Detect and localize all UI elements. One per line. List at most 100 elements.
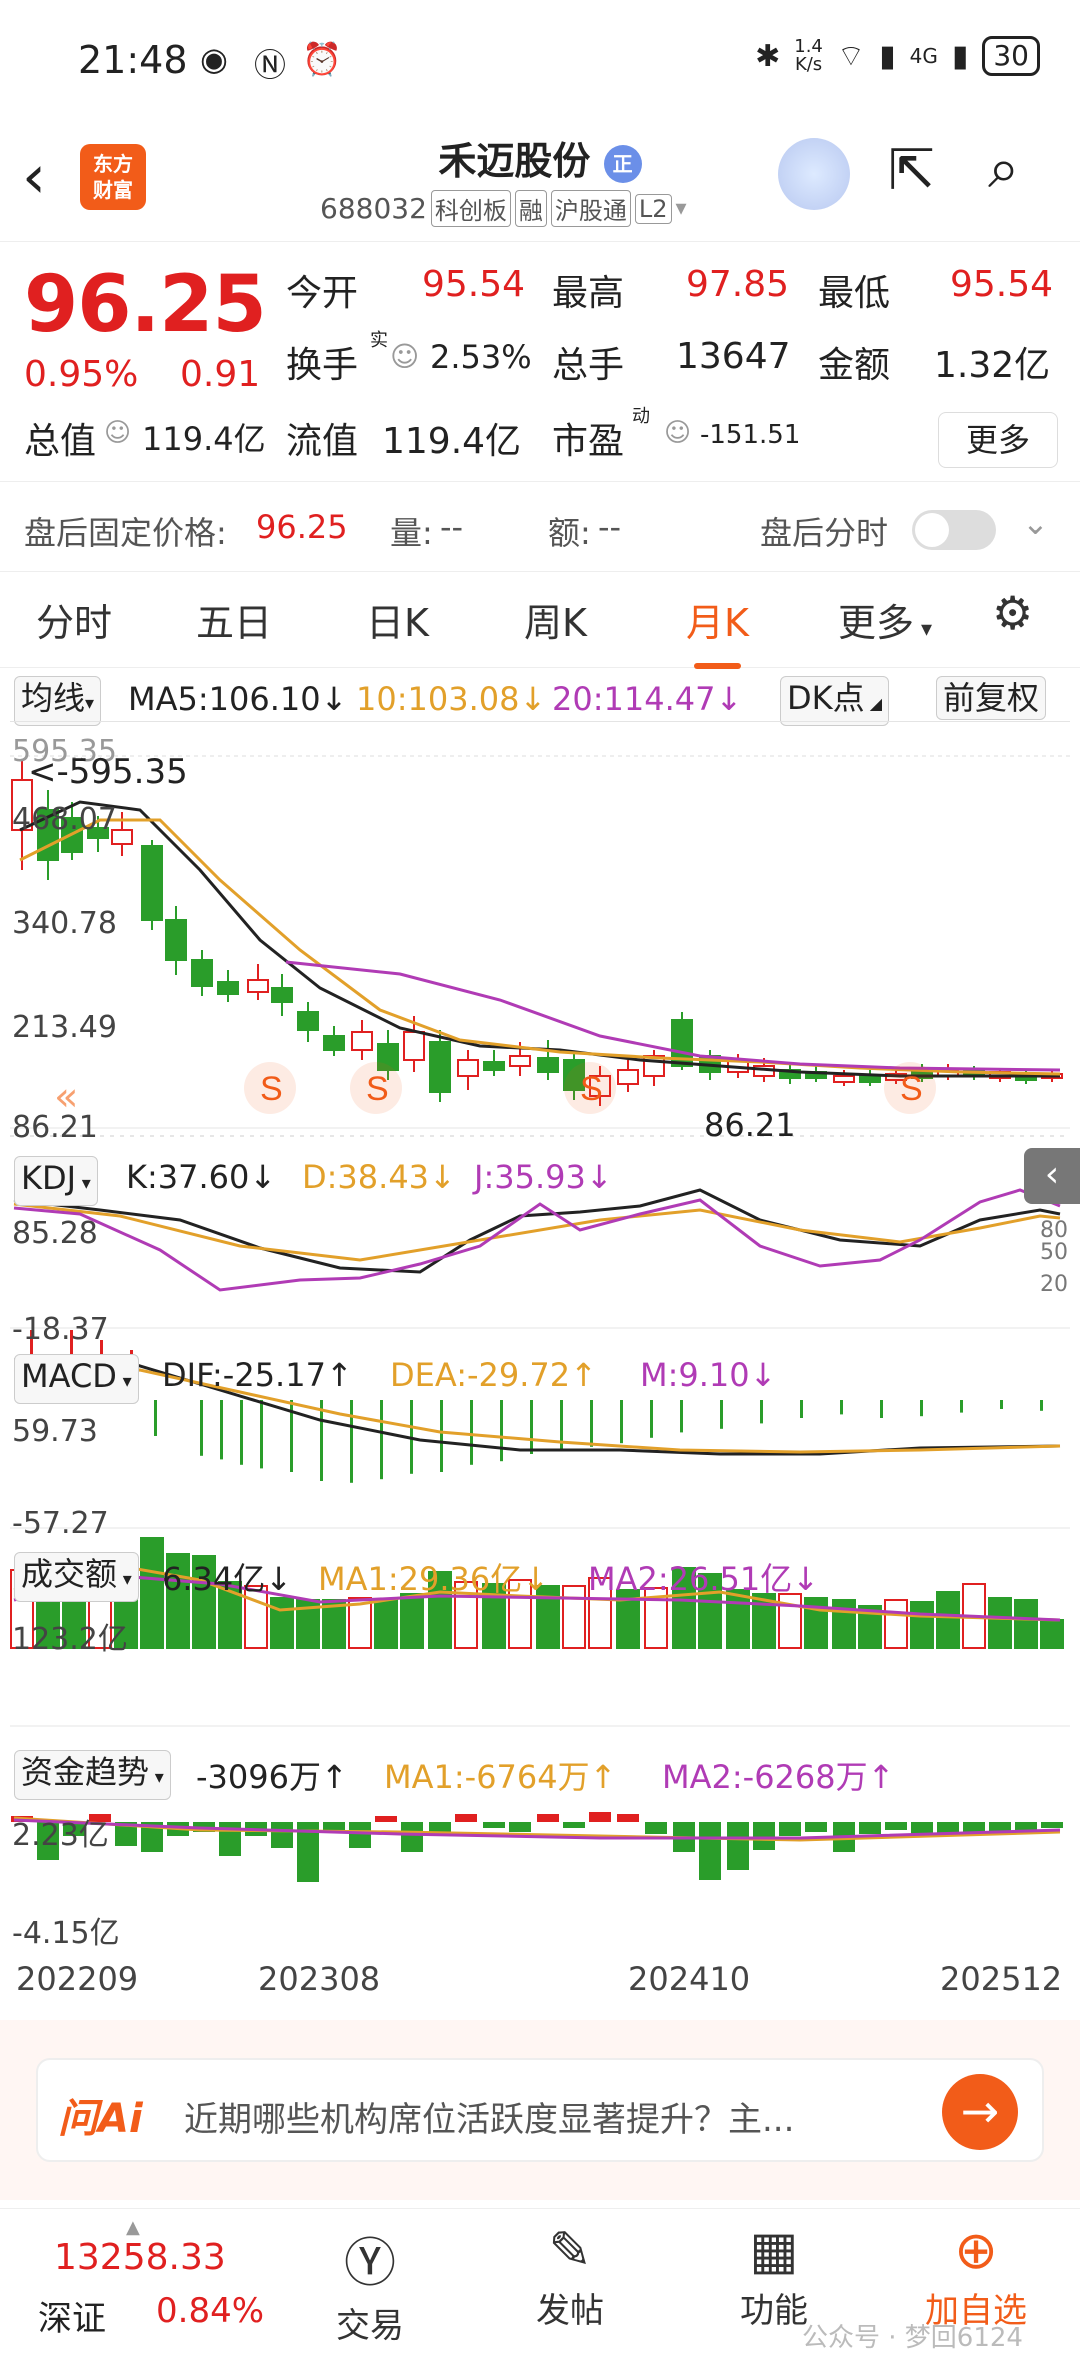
kdj-d-label: D:38.43↓ [302,1158,456,1196]
macd-bar [240,1400,243,1465]
fund-flow-value: -3096万↑ [196,1758,348,1796]
candle-body [217,981,239,995]
dropdown-icon[interactable]: ▾ [676,196,687,221]
volume-bar [270,1597,294,1649]
kline-last-marker: 86.21 [704,1106,796,1144]
tab-daily-k[interactable]: 日K [366,592,429,647]
nav-post[interactable]: ✎ 发帖 [510,2209,630,2332]
macd-bar [840,1400,843,1415]
macd-m-label: M:9.10↓ [640,1356,777,1394]
volume-y-top: 123.2亿 [12,1622,128,1657]
macd-bar [920,1400,923,1417]
candle-body [271,987,293,1003]
macd-dea-label: DEA:-29.72↑ [390,1356,597,1394]
candle-body [483,1061,505,1071]
after-hours-toggle[interactable] [912,510,996,550]
kdj-selector[interactable]: KDJ ▾ [14,1156,98,1206]
dk-point-button[interactable]: DK点 ◢ [780,676,890,726]
info-icon-2[interactable]: ☺ [104,418,131,448]
more-button[interactable]: 更多 [938,412,1058,468]
ah-amount-value: -- [598,508,622,546]
candle-body [859,1075,881,1083]
tab-monthly-k[interactable]: 月K [686,592,749,669]
functions-grid-icon: ▦ [749,2221,799,2281]
fund-flow-selector[interactable]: 资金趋势 ▾ [14,1750,171,1800]
share-icon[interactable]: ⇱ [888,138,935,203]
candle-body [403,1031,425,1061]
adjust-button[interactable]: 前复权 [936,676,1047,720]
collapse-panel-icon[interactable]: ‹ [1024,1148,1080,1204]
candle-body [833,1075,855,1083]
sell-signal-halo [884,1062,936,1114]
corner-triangle-icon: ◢ [864,694,883,713]
fund-flow-bar [805,1822,827,1832]
volume-value: 6.34亿↓ [162,1560,293,1598]
tab-weekly-k[interactable]: 周K [524,592,587,647]
ai-send-arrow-icon[interactable]: → [942,2074,1018,2150]
triangle-down-icon: ▾ [914,617,933,642]
sell-signal-halo [244,1062,296,1114]
bluetooth-icon: ✱ [755,38,781,74]
macd-bar [500,1400,503,1462]
ma10-label: 10:103.08↓ [356,680,547,718]
volume-ma1-label: MA1:29.36亿↓ [318,1560,550,1598]
x-label-1: 202308 [258,1960,381,1998]
macd-bar [530,1400,533,1454]
search-icon[interactable]: ⌕ [988,136,1019,202]
pe-value: -151.51 [700,420,801,450]
turnover-value: 2.53% [430,338,532,376]
volume-bar [1040,1619,1064,1649]
volume-bar [400,1593,424,1649]
dk-point-label: DK点 [787,679,865,717]
index-widget[interactable]: ▲ 13258.33 深证 0.84% [0,2209,300,2372]
x-label-2: 202410 [628,1960,751,1998]
fund-flow-bar [1041,1822,1063,1828]
ai-robot-icon[interactable] [778,138,850,210]
post-edit-icon: ✎ [548,2221,592,2281]
kdj-k-label: K:37.60↓ [126,1158,277,1196]
candle-body [297,1011,319,1031]
ai-question-bar[interactable]: 问Ai 近期哪些机构席位活跃度显著提升？主... → [36,2058,1044,2162]
nav-trade[interactable]: Ⓨ 交易 [310,2209,430,2347]
triangle-down-icon: ▾ [149,1767,164,1788]
mcap-value: 119.4亿 [142,420,266,458]
high-value: 97.85 [686,264,790,305]
badge-connect: 沪股通 [550,190,631,227]
volume-bar [140,1537,164,1649]
nav-functions[interactable]: ▦ 功能 [714,2209,834,2332]
last-price: 96.25 [24,260,267,350]
info-icon-3[interactable]: ☺ [664,418,691,448]
chevron-down-icon[interactable]: ⌄ [1022,504,1049,542]
macd-selector[interactable]: MACD ▾ [14,1354,139,1404]
kdj-j-label: J:35.93↓ [474,1158,613,1196]
candle-body [165,919,187,961]
volume-bar [1014,1599,1038,1649]
fund-flow-bar [699,1822,721,1880]
volume-selector[interactable]: 成交额 ▾ [14,1552,139,1602]
nav-add-watch[interactable]: ⊕ 加自选 [916,2209,1036,2332]
tab-more[interactable]: 更多 ▾ [838,592,932,647]
macd-bar [470,1400,473,1465]
macd-y-bottom: -57.27 [12,1506,109,1541]
candle-body [457,1059,479,1077]
scroll-left-icon[interactable]: « [54,1074,78,1120]
tab-intraday[interactable]: 分时 [36,592,112,647]
info-icon[interactable]: ☺ [390,340,419,373]
settings-gear-icon[interactable]: ⚙ [992,586,1033,640]
volume-bar [562,1585,586,1649]
float-label: 流值 [286,421,359,462]
ma-selector[interactable]: 均线▾ [14,676,102,726]
fund-flow-bar [219,1822,241,1856]
nav-functions-label: 功能 [740,2291,808,2331]
tab-five-day[interactable]: 五日 [196,592,272,647]
stock-name: 禾迈股份 [438,139,591,183]
low-value: 95.54 [950,264,1054,305]
volume-bar [374,1599,398,1649]
volume-bar [936,1591,960,1649]
kline-max-marker: <-595.35 [28,752,188,792]
alarm-icon: ⏰ [302,40,342,78]
watermark: 公众号 · 梦回6124 [802,2323,1023,2353]
macd-selector-label: MACD [21,1357,117,1395]
index-name: 深证 [38,2299,106,2339]
kline-y-label-1: 468.07 [12,802,117,837]
